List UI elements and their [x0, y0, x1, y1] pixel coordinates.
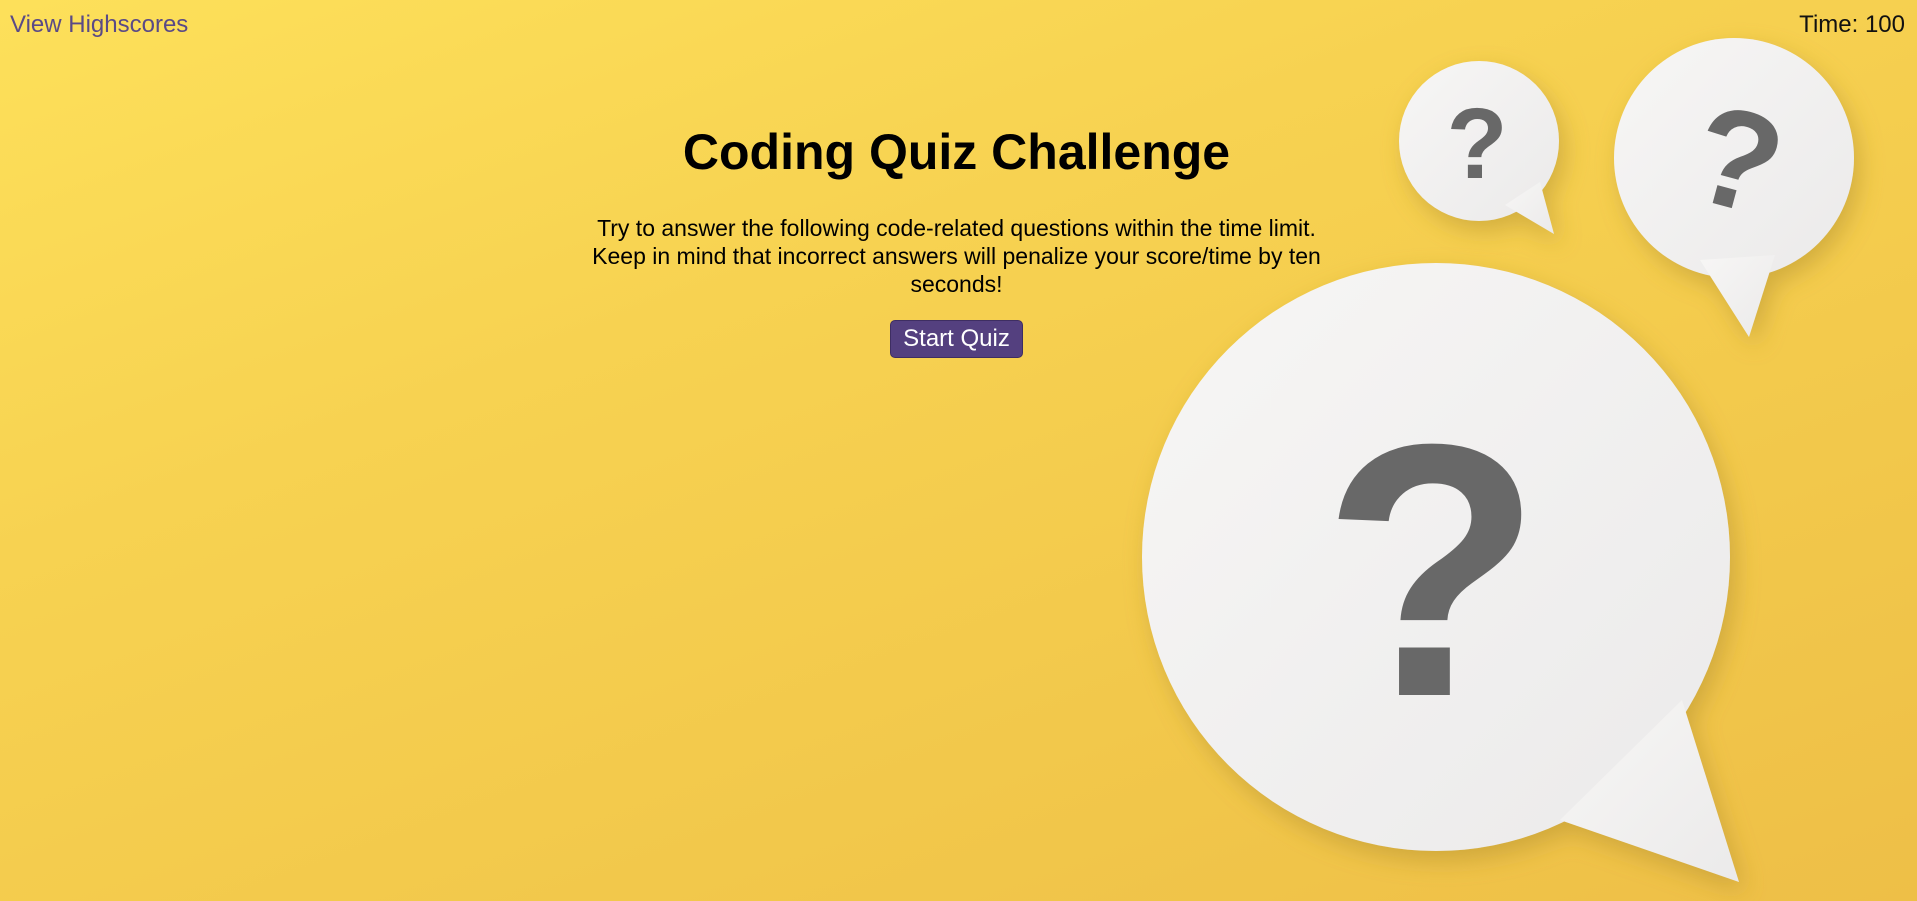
question-mark-icon: ? — [1322, 370, 1542, 772]
intro-section: Coding Quiz Challenge Try to answer the … — [570, 118, 1343, 358]
page-title: Coding Quiz Challenge — [682, 124, 1231, 180]
question-bubble-icon — [1399, 61, 1559, 234]
start-quiz-button[interactable]: Start Quiz — [890, 320, 1023, 358]
timer-label: Time: — [1799, 11, 1859, 38]
instructions-text: Try to answer the following code-related… — [592, 215, 1321, 297]
view-highscores-link[interactable]: View Highscores — [10, 11, 188, 39]
question-mark-icon: ? — [1446, 88, 1507, 200]
question-bubble-icon — [1614, 38, 1854, 337]
timer-value: 100 — [1864, 11, 1905, 38]
question-mark-icon: ? — [1676, 73, 1799, 247]
timer: Time: 100 — [1799, 11, 1905, 39]
